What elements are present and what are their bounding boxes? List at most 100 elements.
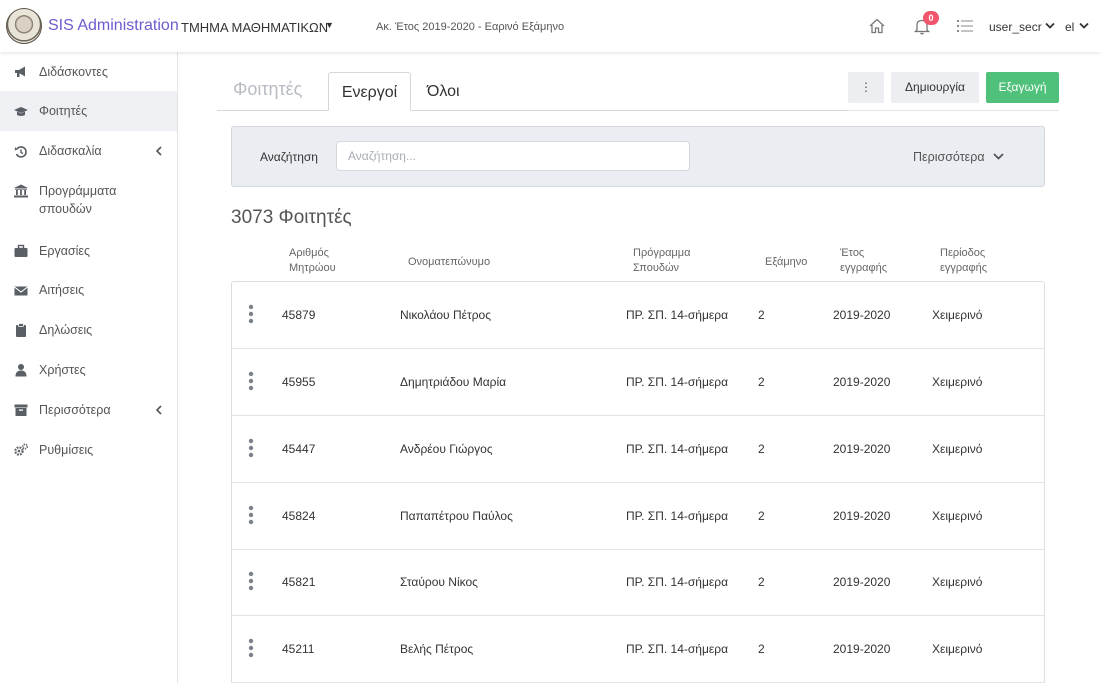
table-row[interactable]: 45821 Σταύρου Νίκος ΠΡ. ΣΠ. 14-σήμερα 2 …: [232, 549, 1044, 616]
graduation-cap-icon: [14, 107, 28, 116]
university-seal-logo[interactable]: [6, 8, 42, 44]
envelope-icon: [14, 286, 28, 296]
user-icon: [15, 364, 27, 377]
table-row[interactable]: 45447 Ανδρέου Γιώργος ΠΡ. ΣΠ. 14-σήμερα …: [232, 416, 1044, 483]
column-header-full-name[interactable]: Ονοματεπώνυμο: [408, 255, 490, 270]
cell-registration-number: 45447: [282, 442, 316, 456]
sidebar-item-label: Χρήστες: [39, 363, 86, 377]
vertical-dots-icon[interactable]: [248, 505, 254, 525]
cell-full-name: Παπαπέτρου Παύλος: [400, 509, 513, 523]
cell-enrollment-period: Χειμερινό: [932, 575, 983, 589]
notification-badge: 0: [923, 11, 939, 25]
sidebar-item-settings[interactable]: Ρυθμίσεις: [0, 430, 177, 470]
vertical-dots-icon[interactable]: [248, 438, 254, 458]
cell-enrollment-period: Χειμερινό: [932, 308, 983, 322]
cogs-icon: [14, 443, 28, 456]
search-input[interactable]: [336, 141, 690, 171]
sidebar-item-users[interactable]: Χρήστες: [0, 350, 177, 390]
sidebar-item-label: Προγράμματα σπουδών: [39, 182, 169, 218]
cell-study-program: ΠΡ. ΣΠ. 14-σήμερα: [626, 642, 729, 656]
caret-down-icon[interactable]: ▼: [325, 20, 334, 30]
vertical-dots-icon[interactable]: [248, 571, 254, 591]
cell-study-program: ΠΡ. ΣΠ. 14-σήμερα: [626, 442, 729, 456]
archive-icon: [14, 404, 28, 416]
app-title[interactable]: SIS Administration: [48, 17, 179, 35]
chevron-down-icon[interactable]: [1079, 22, 1089, 30]
tab-divider: [411, 110, 848, 111]
sidebar-item-teaching[interactable]: Διδασκαλία: [0, 131, 177, 171]
cell-enrollment-year: 2019-2020: [833, 642, 891, 656]
chevron-left-icon[interactable]: [155, 405, 163, 415]
sidebar-item-more[interactable]: Περισσότερα: [0, 390, 177, 430]
vertical-dots-icon[interactable]: [248, 304, 254, 324]
chevron-down-icon[interactable]: [993, 152, 1004, 161]
sidebar: Διδάσκοντες Φοιτητές Διδασκαλία Προγράμμ…: [0, 52, 178, 683]
vertical-dots-icon[interactable]: [248, 371, 254, 391]
cell-study-program: ΠΡ. ΣΠ. 14-σήμερα: [626, 308, 729, 322]
sidebar-item-label: Δηλώσεις: [39, 323, 93, 337]
sidebar-item-label: Ρυθμίσεις: [39, 443, 94, 457]
sidebar-item-declarations[interactable]: Δηλώσεις: [0, 310, 177, 350]
students-table: 45879 Νικολάου Πέτρος ΠΡ. ΣΠ. 14-σήμερα …: [231, 281, 1045, 683]
sidebar-item-study-programs[interactable]: Προγράμματα σπουδών: [0, 171, 177, 231]
section-title: Φοιτητές: [233, 79, 303, 99]
sidebar-item-label: Διδασκαλία: [39, 144, 102, 158]
cell-registration-number: 45211: [282, 642, 315, 656]
tab-active-students[interactable]: Ενεργοί: [328, 72, 411, 111]
table-row[interactable]: 45879 Νικολάου Πέτρος ΠΡ. ΣΠ. 14-σήμερα …: [232, 282, 1044, 349]
table-row[interactable]: 45211 Βελής Πέτρος ΠΡ. ΣΠ. 14-σήμερα 2 2…: [232, 616, 1044, 683]
search-label: Αναζήτηση: [260, 150, 318, 164]
top-navbar: SIS Administration ΤΜΗΜΑ ΜΑΘΗΜΑΤΙΚΩΝ ▼ Α…: [0, 0, 1101, 52]
cell-registration-number: 45955: [282, 375, 316, 389]
sidebar-item-label: Περισσότερα: [39, 403, 111, 417]
table-row[interactable]: 45824 Παπαπέτρου Παύλος ΠΡ. ΣΠ. 14-σήμερ…: [232, 483, 1044, 550]
tab-all-students[interactable]: Όλοι: [427, 83, 460, 101]
list-icon[interactable]: [957, 19, 973, 33]
user-menu[interactable]: user_secr: [989, 20, 1042, 34]
cell-semester: 2: [758, 442, 765, 456]
create-button[interactable]: Δημιουργία: [891, 72, 979, 103]
cell-study-program: ΠΡ. ΣΠ. 14-σήμερα: [626, 375, 729, 389]
sidebar-item-students[interactable]: Φοιτητές: [0, 91, 177, 131]
cell-study-program: ΠΡ. ΣΠ. 14-σήμερα: [626, 575, 729, 589]
cell-enrollment-year: 2019-2020: [833, 442, 891, 456]
export-button[interactable]: Εξαγωγή: [986, 72, 1059, 103]
megaphone-icon: [15, 66, 25, 77]
clipboard-icon: [16, 323, 26, 337]
academic-year-label: Ακ. Έτος 2019-2020 - Εαρινό Εξάμηνο: [376, 21, 565, 33]
column-header-semester[interactable]: Εξάμηνο: [765, 255, 807, 270]
sidebar-item-label-text: Προγράμματα σπουδών: [39, 184, 117, 216]
sidebar-item-label: Διδάσκοντες: [39, 65, 108, 79]
cell-enrollment-period: Χειμερινό: [932, 642, 983, 656]
column-header-registration-number[interactable]: Αριθμός Μητρώου: [289, 246, 349, 276]
column-header-study-program[interactable]: Πρόγραμμα Σπουδών: [633, 246, 703, 276]
cell-enrollment-year: 2019-2020: [833, 308, 891, 322]
home-icon[interactable]: [868, 17, 886, 35]
tab-divider: [848, 110, 1059, 111]
cell-enrollment-year: 2019-2020: [833, 375, 891, 389]
cell-full-name: Νικολάου Πέτρος: [400, 308, 491, 322]
language-selector[interactable]: el: [1065, 20, 1074, 34]
column-header-enrollment-year[interactable]: Έτος εγγραφής: [840, 246, 900, 276]
department-selector[interactable]: ΤΜΗΜΑ ΜΑΘΗΜΑΤΙΚΩΝ: [181, 20, 328, 35]
cell-enrollment-year: 2019-2020: [833, 575, 891, 589]
cell-semester: 2: [758, 642, 765, 656]
table-row[interactable]: 45955 Δημητριάδου Μαρία ΠΡ. ΣΠ. 14-σήμερ…: [232, 349, 1044, 416]
institution-icon: [14, 184, 28, 198]
sidebar-item-label: Αιτήσεις: [39, 283, 85, 297]
cell-registration-number: 45824: [282, 509, 316, 523]
column-header-enrollment-period[interactable]: Περίοδος εγγραφής: [940, 246, 1010, 276]
cell-full-name: Δημητριάδου Μαρία: [400, 375, 507, 389]
cell-registration-number: 45879: [282, 308, 316, 322]
chevron-down-icon[interactable]: [1045, 22, 1055, 30]
students-count-title: 3073 Φοιτητές: [231, 207, 352, 228]
more-filters-toggle[interactable]: Περισσότερα: [913, 150, 985, 164]
cell-enrollment-period: Χειμερινό: [932, 509, 983, 523]
sidebar-item-assignments[interactable]: Εργασίες: [0, 231, 177, 270]
sidebar-item-instructors[interactable]: Διδάσκοντες: [0, 52, 177, 91]
more-actions-button[interactable]: ⋮: [848, 72, 884, 103]
vertical-dots-icon[interactable]: [248, 638, 254, 658]
chevron-left-icon[interactable]: [155, 146, 163, 156]
sidebar-item-requests[interactable]: Αιτήσεις: [0, 270, 177, 310]
cell-full-name: Βελής Πέτρος: [400, 642, 474, 656]
